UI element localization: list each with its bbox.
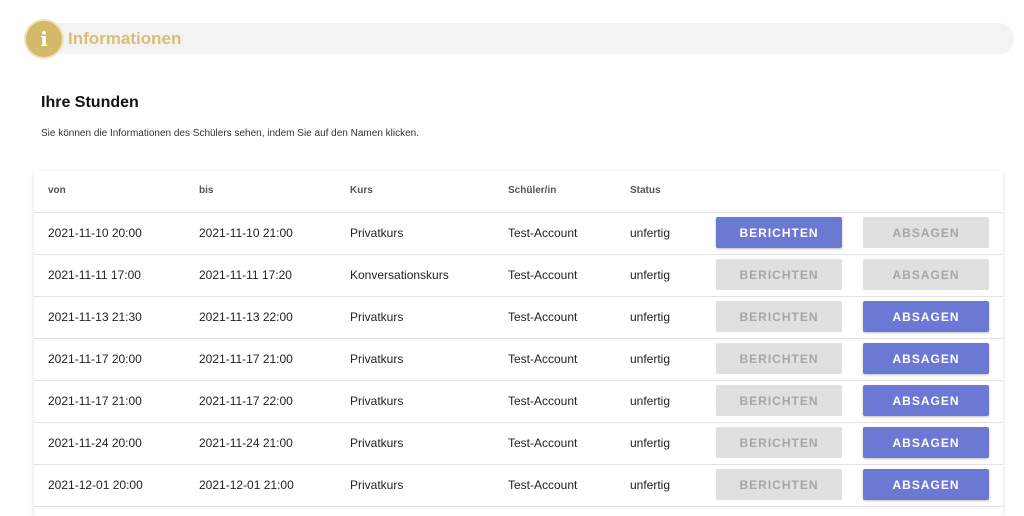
report-button: BERICHTEN	[716, 301, 842, 332]
cell-kurs: Privatkurs	[350, 310, 404, 324]
section-subtitle: Sie können die Informationen des Schüler…	[41, 128, 420, 139]
cell-bis: 2021-12-01 21:00	[199, 478, 294, 492]
cell-von: 2021-11-17 20:00	[48, 352, 142, 366]
cell-status: unfertig	[630, 268, 671, 282]
report-button[interactable]: BERICHTEN	[716, 217, 842, 248]
report-button: BERICHTEN	[716, 469, 842, 500]
cell-bis: 2021-11-24 21:00	[199, 436, 293, 450]
cell-von: 2021-11-10 20:00	[48, 226, 142, 240]
table-header: von bis Kurs Schüler/in Status	[34, 171, 1003, 213]
table-row: 2021-11-10 20:00 2021-11-10 21:00 Privatku…	[34, 213, 1003, 255]
column-header-schueler: Schüler/in	[508, 185, 557, 196]
cell-kurs: Privatkurs	[350, 436, 404, 450]
cell-schueler[interactable]: Test-Account	[508, 352, 577, 366]
lessons-table: von bis Kurs Schüler/in Status 2021-11-1…	[34, 171, 1003, 516]
cell-kurs: Konversationskurs	[350, 268, 449, 282]
cell-schueler[interactable]: Test-Account	[508, 268, 577, 282]
table-row: 2021-12-01 20:00 2021-12-01 21:00 Privatku…	[34, 465, 1003, 507]
cell-bis: 2021-11-13 22:00	[199, 310, 293, 324]
cell-schueler[interactable]: Test-Account	[508, 478, 577, 492]
cell-kurs: Privatkurs	[350, 394, 404, 408]
cell-bis: 2021-11-17 21:00	[199, 352, 293, 366]
cell-status: unfertig	[630, 310, 671, 324]
cell-status: unfertig	[630, 478, 671, 492]
cell-kurs: Privatkurs	[350, 478, 404, 492]
table-row: 2021-11-11 17:00 2021-11-11 17:20 Konversa…	[34, 255, 1003, 297]
info-icon: i	[26, 21, 62, 57]
cell-bis: 2021-11-10 21:00	[199, 226, 293, 240]
table-row: 2021-11-24 20:00 2021-11-24 21:00 Privatku…	[34, 423, 1003, 465]
report-button: BERICHTEN	[716, 259, 842, 290]
column-header-bis: bis	[199, 185, 214, 196]
cancel-button[interactable]: ABSAGEN	[863, 469, 989, 500]
column-header-status: Status	[630, 185, 661, 196]
cell-schueler[interactable]: Test-Account	[508, 310, 577, 324]
cell-bis: 2021-11-17 22:00	[199, 394, 293, 408]
cell-status: unfertig	[630, 394, 671, 408]
cell-von: 2021-11-11 17:00	[48, 268, 141, 282]
report-button: BERICHTEN	[716, 427, 842, 458]
cancel-button: ABSAGEN	[863, 259, 989, 290]
cell-von: 2021-11-17 21:00	[48, 394, 142, 408]
cancel-button[interactable]: ABSAGEN	[863, 427, 989, 458]
cancel-button: ABSAGEN	[863, 217, 989, 248]
cell-status: unfertig	[630, 226, 671, 240]
cell-status: unfertig	[630, 352, 671, 366]
table-row: 2021-11-17 21:00 2021-11-17 22:00 Privatku…	[34, 381, 1003, 423]
table-row: 2021-11-17 20:00 2021-11-17 21:00 Privatku…	[34, 339, 1003, 381]
cell-schueler[interactable]: Test-Account	[508, 394, 577, 408]
cell-schueler[interactable]: Test-Account	[508, 226, 577, 240]
cell-kurs: Privatkurs	[350, 352, 404, 366]
cell-status: unfertig	[630, 436, 671, 450]
section-title: Ihre Stunden	[41, 94, 139, 111]
column-header-kurs: Kurs	[350, 185, 373, 196]
cell-schueler[interactable]: Test-Account	[508, 436, 577, 450]
table-row: 2021-11-13 21:30 2021-11-13 22:00 Privatku…	[34, 297, 1003, 339]
report-button: BERICHTEN	[716, 385, 842, 416]
cell-von: 2021-12-01 20:00	[48, 478, 143, 492]
cell-von: 2021-11-24 20:00	[48, 436, 142, 450]
cancel-button[interactable]: ABSAGEN	[863, 385, 989, 416]
cell-kurs: Privatkurs	[350, 226, 404, 240]
info-title: Informationen	[68, 29, 182, 48]
report-button: BERICHTEN	[716, 343, 842, 374]
cell-von: 2021-11-13 21:30	[48, 310, 142, 324]
cancel-button[interactable]: ABSAGEN	[863, 343, 989, 374]
cancel-button[interactable]: ABSAGEN	[863, 301, 989, 332]
cell-bis: 2021-11-11 17:20	[199, 268, 292, 282]
column-header-von: von	[48, 185, 66, 196]
